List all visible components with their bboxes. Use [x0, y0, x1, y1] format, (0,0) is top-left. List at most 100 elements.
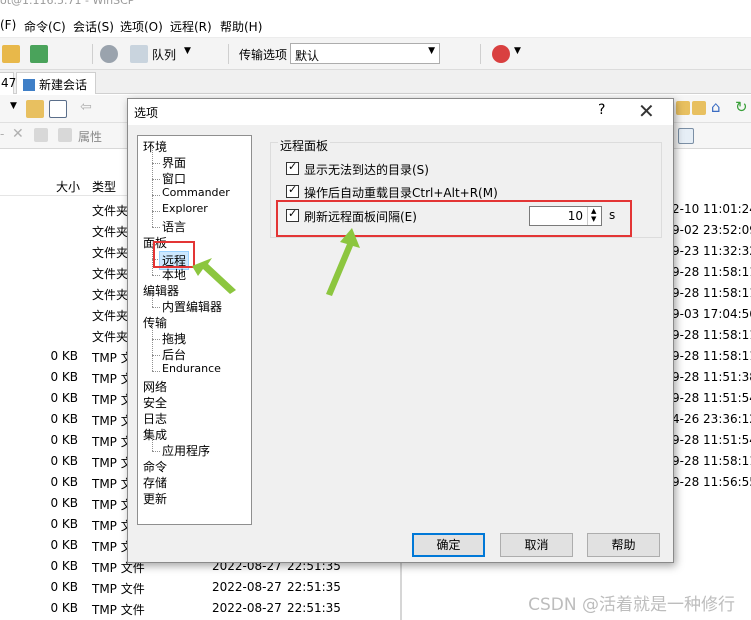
checkbox[interactable] [286, 160, 299, 175]
cancel-button[interactable]: 取消 [500, 533, 573, 557]
tree-item[interactable]: 集成 [143, 426, 167, 443]
menu-help[interactable]: 帮助(H) [220, 18, 262, 35]
remote-row-modified[interactable]: 9-23 11:32:32 [672, 244, 751, 265]
help-icon[interactable]: ? [598, 102, 605, 118]
remote-row-modified[interactable]: 9-28 11:58:11 [672, 328, 751, 349]
remote-row-modified[interactable]: 9-28 11:51:38 [672, 370, 751, 391]
tree-connector [152, 180, 153, 195]
cell-size: 0 KB [50, 496, 78, 510]
properties-icon[interactable] [58, 128, 72, 142]
checkbox[interactable] [286, 183, 299, 198]
menu-command[interactable]: 命令(C) [24, 18, 66, 35]
tree-item[interactable]: Commander [162, 186, 230, 199]
tab-previous-session[interactable]: 47 [0, 72, 16, 94]
remote-row-modified[interactable]: 2-10 11:01:24 [672, 202, 751, 223]
compare-icon[interactable] [30, 45, 48, 63]
tree-item[interactable]: 命令 [143, 458, 167, 475]
option-label: 操作后自动重载目录Ctrl+Alt+R(M) [304, 186, 498, 200]
tree-item[interactable]: Endurance [162, 362, 221, 375]
table-row[interactable]: 0 KB TMP 文件 2022-08-27 22:51:35 [0, 578, 400, 599]
remote-row-modified[interactable]: 9-28 11:58:11 [672, 454, 751, 475]
close-icon[interactable]: ✕ [638, 99, 655, 123]
chevron-down-icon[interactable]: ▼ [514, 46, 521, 56]
refresh-sync-icon[interactable] [492, 45, 510, 63]
queue-dropdown-icon[interactable]: ▼ [184, 46, 191, 56]
tree-connector [152, 227, 160, 228]
dialog-title: 选项 [134, 106, 159, 120]
menu-bar: (F) 命令(C) 会话(S) 选项(O) 远程(R) 帮助(H) [0, 12, 751, 38]
refresh-icon[interactable]: ↻ [735, 98, 748, 116]
cell-size: 0 KB [50, 412, 78, 426]
remote-row-modified[interactable]: 9-02 23:52:09 [672, 223, 751, 244]
home-icon[interactable]: ⌂ [711, 98, 721, 116]
cell-type: 文件夹 [92, 267, 129, 281]
tree-item[interactable]: 安全 [143, 394, 167, 411]
remote-row-modified[interactable]: 4-26 23:36:12 [672, 412, 751, 433]
tree-item[interactable]: 传输 [143, 314, 167, 331]
window-title-fragment: ot@1.116.5.71 - WinSCP [0, 0, 135, 7]
remote-row-modified[interactable]: 9-28 11:51:54 [672, 391, 751, 412]
remote-properties-icon[interactable] [678, 128, 694, 144]
tree-item[interactable]: 存储 [143, 474, 167, 491]
cell-time: 22:51:35 [287, 580, 341, 594]
transfer-options-value: 默认 [295, 49, 320, 63]
separator-glyph: - [0, 127, 5, 141]
remote-row-modified[interactable]: 9-03 17:04:56 [672, 307, 751, 328]
menu-remote[interactable]: 远程(R) [170, 18, 212, 35]
tree-item[interactable]: 内置编辑器 [162, 298, 222, 315]
tree-item[interactable]: 编辑器 [143, 282, 179, 299]
tree-connector [152, 212, 153, 227]
table-row[interactable]: 0 KB TMP 文件 2022-08-27 22:51:35 [0, 599, 400, 620]
tree-connector [152, 307, 160, 308]
root-folder-icon[interactable] [692, 101, 706, 115]
remote-row-modified[interactable]: 9-28 11:51:54 [672, 433, 751, 454]
column-size[interactable]: 大小 [56, 178, 80, 195]
cell-type: 文件夹 [92, 309, 129, 323]
filter-icon[interactable] [49, 100, 67, 118]
tree-item[interactable]: 环境 [143, 138, 167, 155]
ok-button[interactable]: 确定 [412, 533, 485, 557]
column-type[interactable]: 类型 [92, 178, 116, 195]
tree-connector [152, 195, 160, 196]
tree-connector [152, 356, 153, 371]
tree-item[interactable]: Explorer [162, 202, 208, 215]
folder-icon[interactable] [676, 101, 690, 115]
tree-item[interactable]: 后台 [162, 346, 186, 363]
remote-row-modified[interactable]: 9-28 11:56:55 [672, 475, 751, 496]
sync-icon[interactable] [2, 45, 20, 63]
tree-item[interactable]: 日志 [143, 410, 167, 427]
annotation-arrow-option [326, 228, 360, 296]
tree-item[interactable]: 拖拽 [162, 330, 186, 347]
queue-button[interactable]: 队列 [152, 46, 176, 63]
tab-new-session[interactable]: 新建会话 [16, 72, 96, 94]
remote-row-modified[interactable]: 9-28 11:58:11 [672, 286, 751, 307]
help-button[interactable]: 帮助 [587, 533, 660, 557]
panel-divider[interactable] [400, 560, 402, 620]
transfer-options-select[interactable]: 默认 ▼ [290, 43, 440, 64]
menu-options[interactable]: 选项(O) [120, 18, 163, 35]
chevron-down-icon: ▼ [428, 46, 435, 56]
properties-button[interactable]: 属性 [78, 128, 102, 145]
tree-item[interactable]: 网络 [143, 378, 167, 395]
cell-size: 0 KB [50, 454, 78, 468]
tree-item[interactable]: 语言 [162, 218, 186, 235]
group-title: 远程面板 [278, 137, 331, 154]
chevron-down-icon[interactable]: ▼ [10, 101, 17, 111]
gear-icon[interactable] [100, 45, 118, 63]
menu-session[interactable]: 会话(S) [73, 18, 114, 35]
rename-icon[interactable] [34, 128, 48, 142]
highlight-box-tree [153, 241, 195, 268]
tree-item[interactable]: 更新 [143, 490, 167, 507]
toolbar-separator [92, 44, 93, 64]
back-icon[interactable]: ⇦ [80, 99, 92, 115]
tree-item[interactable]: 本地 [162, 266, 186, 283]
tree-item[interactable]: 窗口 [162, 170, 186, 187]
menu-file[interactable]: (F) [0, 18, 16, 32]
remote-row-modified[interactable]: 9-28 11:58:11 [672, 349, 751, 370]
tree-item[interactable]: 应用程序 [162, 442, 210, 459]
cell-size: 0 KB [50, 601, 78, 615]
delete-icon[interactable]: ✕ [12, 126, 24, 142]
remote-row-modified[interactable]: 9-28 11:58:11 [672, 265, 751, 286]
open-folder-icon[interactable] [26, 100, 44, 118]
tree-item[interactable]: 界面 [162, 154, 186, 171]
